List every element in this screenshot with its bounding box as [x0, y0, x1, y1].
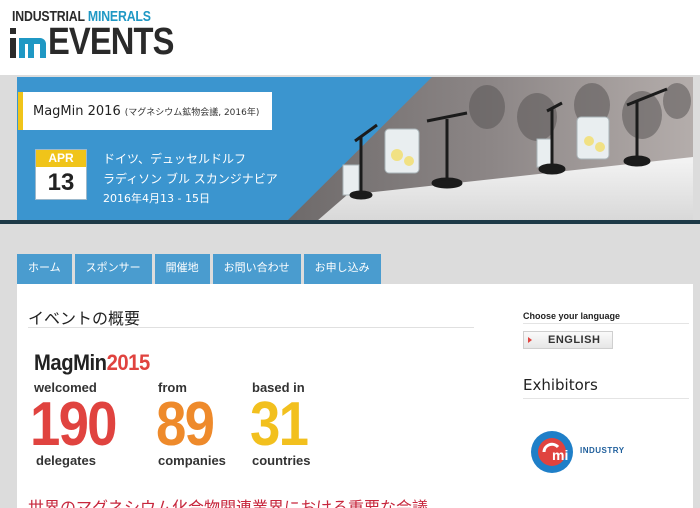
nav-item-register[interactable]: お申し込み: [303, 254, 381, 284]
stat-delegates-bottom: delegates: [36, 453, 96, 468]
nav-item-home[interactable]: ホーム: [17, 254, 72, 284]
infographic-title-word: MagMin: [34, 350, 107, 375]
overview-divider: [28, 327, 474, 328]
overview-title: イベントの概要: [28, 309, 141, 328]
site-header: INDUSTRIAL MINERALS EVENTS: [0, 0, 700, 75]
event-title-box: MagMin 2016 (マグネシウム鉱物会議, 2016年): [18, 92, 272, 130]
magmin-stats-infographic: MagMin2015 welcomed 190 delegates from 8…: [28, 350, 328, 475]
stat-countries-value: 31: [250, 390, 309, 459]
exhibitor-logo-text: INDUSTRY: [580, 446, 625, 455]
calendar-icon: APR 13: [35, 149, 87, 200]
stat-delegates-value: 190: [30, 390, 118, 459]
exhibitor-logo-cmi[interactable]: mi INDUSTRY: [530, 430, 640, 474]
stat-companies-value: 89: [156, 390, 215, 459]
calendar-month: APR: [36, 150, 86, 167]
stat-countries-bottom: countries: [252, 453, 311, 468]
exhibitors-title: Exhibitors: [523, 376, 598, 394]
infographic-title: MagMin2015: [34, 350, 150, 376]
logo-im-icon[interactable]: [10, 28, 46, 58]
logo-word-events: EVENTS: [48, 21, 174, 63]
main-nav: ホーム スポンサー 開催地 お問い合わせ お申し込み: [17, 254, 384, 284]
conference-tagline: 世界のマグネシウム化合物関連業界における重要な会議: [28, 498, 429, 508]
event-location-city: ドイツ、デュッセルドルフ: [103, 152, 247, 166]
calendar-day: 13: [47, 169, 75, 196]
nav-item-contact[interactable]: お問い合わせ: [212, 254, 301, 284]
language-label: Choose your language: [523, 311, 621, 321]
language-button-label: ENGLISH: [548, 334, 601, 346]
event-name: MagMin 2016: [33, 103, 121, 119]
exhibitors-divider: [523, 398, 689, 399]
language-english-button[interactable]: ENGLISH: [523, 331, 613, 349]
event-subtitle: (マグネシウム鉱物会議, 2016年): [124, 107, 260, 118]
stat-companies-bottom: companies: [158, 453, 226, 468]
svg-text:mi: mi: [552, 447, 568, 463]
nav-item-venue[interactable]: 開催地: [154, 254, 210, 284]
language-divider: [523, 323, 689, 324]
infographic-title-year: 2015: [106, 350, 151, 375]
event-date-range: 2016年4月13 - 15日: [103, 192, 210, 205]
nav-item-sponsors[interactable]: スポンサー: [74, 254, 152, 284]
event-location-venue: ラディソン ブル スカンジナビア: [103, 172, 278, 186]
arrow-right-icon: [528, 337, 532, 343]
